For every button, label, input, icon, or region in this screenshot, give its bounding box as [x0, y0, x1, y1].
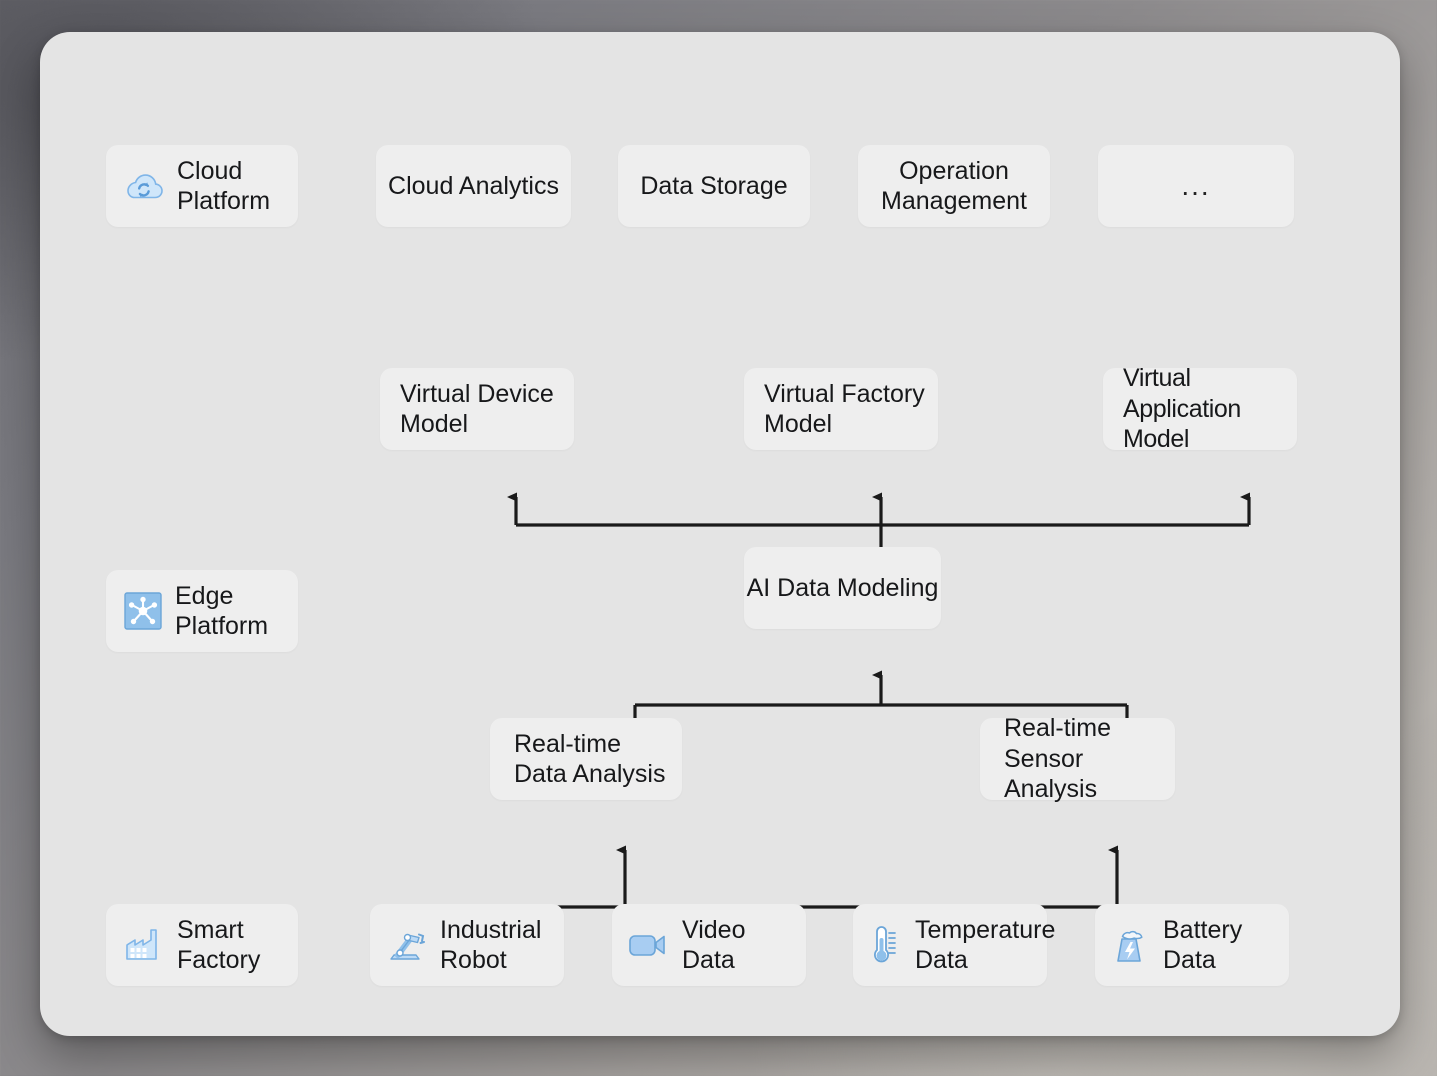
analysis-label: Real-time Data Analysis [514, 729, 666, 789]
diagram-card: Cloud Platform Cloud Analytics Data Stor… [40, 32, 1400, 1036]
network-hub-icon [124, 592, 162, 630]
virtual-device-model[interactable]: Virtual Device Model [380, 368, 574, 450]
power-plant-icon [1117, 930, 1143, 962]
device-video-data[interactable]: Video Data [612, 904, 806, 986]
edge-platform-label: Edge Platform [175, 581, 269, 641]
video-camera-icon [629, 935, 665, 956]
device-battery-data[interactable]: Battery Data [1095, 904, 1289, 986]
ai-data-modeling-node[interactable]: AI Data Modeling [744, 547, 941, 629]
realtime-sensor-analysis-node[interactable]: Real-time Sensor Analysis [980, 714, 1175, 803]
edge-platform-chip[interactable]: Edge Platform [106, 570, 298, 652]
service-label: Operation Management [881, 156, 1027, 216]
cloud-platform-label: Cloud Platform [177, 156, 271, 216]
factory-icon [126, 929, 157, 960]
robot-arm-icon [390, 933, 425, 960]
service-cloud-analytics[interactable]: Cloud Analytics [376, 145, 571, 227]
cloud-sync-icon [127, 174, 163, 199]
service-data-storage[interactable]: Data Storage [618, 145, 810, 227]
analysis-label: Real-time Sensor Analysis [1004, 714, 1111, 804]
virtual-factory-model[interactable]: Virtual Factory Model [744, 368, 938, 450]
smart-factory-label: Smart Factory [177, 915, 261, 975]
ellipsis-label: ... [1181, 169, 1211, 201]
service-operation-management[interactable]: Operation Management [858, 145, 1050, 227]
virtual-application-model[interactable]: Virtual Application Model [1103, 364, 1297, 453]
realtime-data-analysis-node[interactable]: Real-time Data Analysis [490, 718, 682, 800]
device-label: Battery Data [1163, 915, 1243, 975]
service-more[interactable]: ... [1098, 145, 1294, 227]
service-label: Cloud Analytics [388, 171, 559, 200]
model-label: Virtual Application Model [1123, 364, 1241, 454]
model-label: Virtual Factory Model [764, 379, 925, 439]
device-label: Industrial Robot [440, 915, 542, 975]
cloud-platform-chip[interactable]: Cloud Platform [106, 145, 298, 227]
service-label: Data Storage [640, 171, 788, 200]
device-label: Video Data [682, 915, 746, 975]
device-temperature-data[interactable]: Temperature Data [853, 904, 1055, 986]
center-label: AI Data Modeling [746, 573, 939, 602]
device-label: Temperature Data [915, 915, 1056, 975]
device-industrial-robot[interactable]: Industrial Robot [370, 904, 564, 986]
smart-factory-chip[interactable]: Smart Factory [106, 904, 298, 986]
model-label: Virtual Device Model [400, 379, 554, 439]
thermometer-icon [874, 926, 896, 963]
